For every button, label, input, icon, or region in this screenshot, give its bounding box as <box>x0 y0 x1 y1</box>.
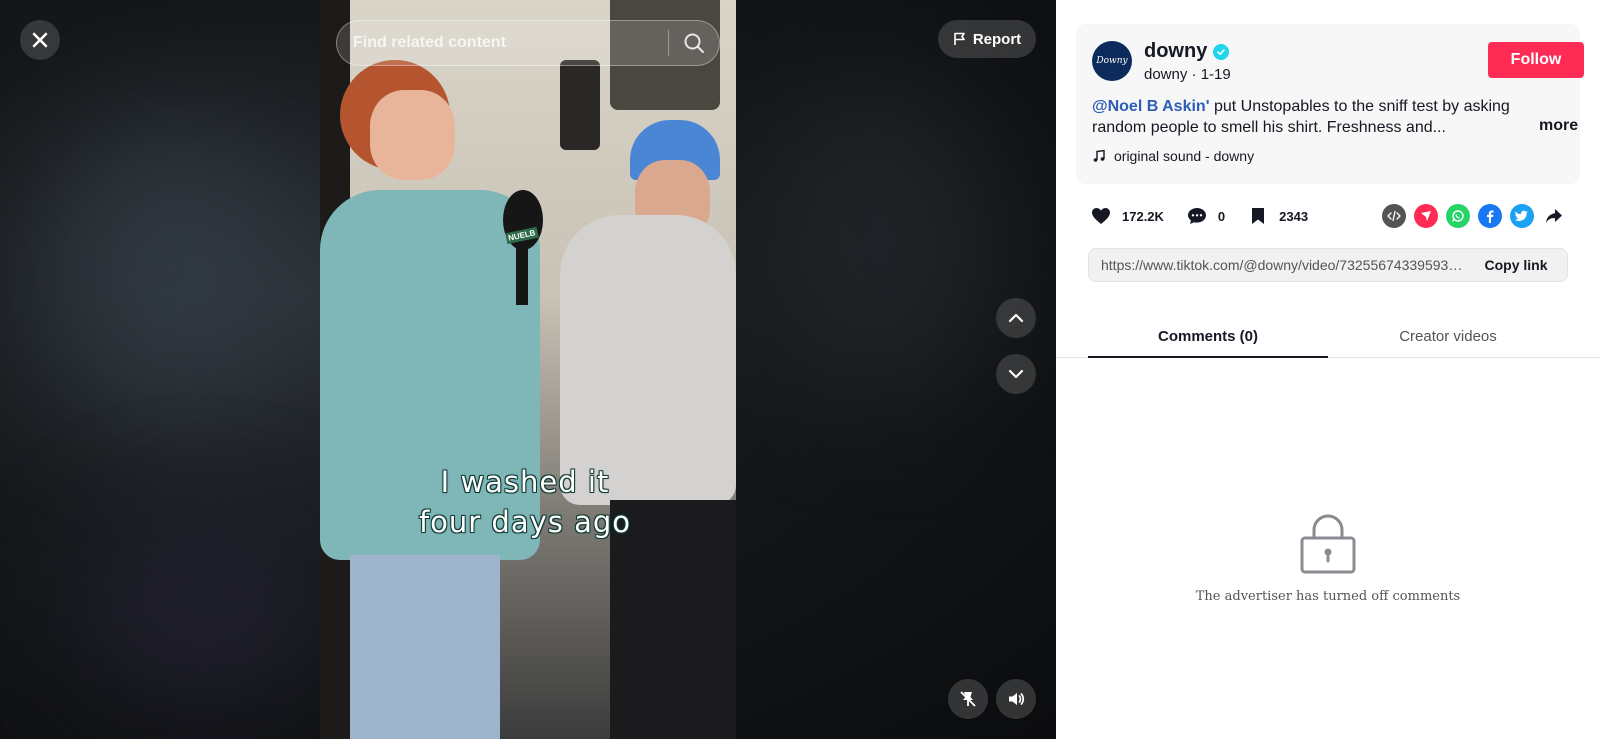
search-bar <box>336 20 720 66</box>
caption-line: four days ago <box>418 505 632 539</box>
post-date: 1-19 <box>1200 66 1231 83</box>
lock-icon <box>1300 514 1356 574</box>
share-icons <box>1382 204 1566 228</box>
report-label: Report <box>972 30 1022 48</box>
comments-disabled-notice: The advertiser has turned off comments <box>1056 512 1600 604</box>
close-button[interactable] <box>20 20 60 60</box>
volume-button[interactable] <box>996 679 1036 719</box>
author-subline: downy · 1-19 <box>1144 66 1231 83</box>
content-tabs: Comments (0) Creator videos <box>1056 318 1600 358</box>
share-link-box: https://www.tiktok.com/@downy/video/7325… <box>1088 248 1568 282</box>
like-count: 172.2K <box>1122 208 1164 224</box>
search-icon <box>684 33 704 53</box>
avatar[interactable]: Downy <box>1092 41 1132 81</box>
background-blur <box>40 120 300 420</box>
background-blur <box>80 520 320 700</box>
author-handle: downy <box>1144 66 1188 83</box>
author-username[interactable]: downy <box>1144 40 1230 63</box>
comments-disabled-message: The advertiser has turned off comments <box>1195 589 1461 604</box>
floating-player-button[interactable] <box>948 679 988 719</box>
video-caption: I washed it four days ago <box>320 462 730 542</box>
video-details-panel: Downy downy downy · 1-19 Follow @Noel B … <box>1056 0 1600 739</box>
engagement-stats: 172.2K 0 2343 <box>1088 202 1328 230</box>
save-button[interactable]: 2343 <box>1245 203 1308 229</box>
search-input[interactable] <box>337 21 668 65</box>
comment-button[interactable]: 0 <box>1184 203 1225 229</box>
flag-icon <box>954 32 965 45</box>
follow-button[interactable]: Follow <box>1488 42 1584 78</box>
author-info-card: Downy downy downy · 1-19 Follow @Noel B … <box>1076 24 1584 184</box>
share-link-url[interactable]: https://www.tiktok.com/@downy/video/7325… <box>1089 257 1465 273</box>
volume-icon <box>1009 693 1025 705</box>
facebook-icon[interactable] <box>1478 204 1502 228</box>
more-button[interactable]: more <box>1539 117 1578 135</box>
comment-count: 0 <box>1217 208 1226 224</box>
tab-comments[interactable]: Comments (0) <box>1088 328 1328 358</box>
music-link[interactable]: original sound - downy <box>1092 148 1254 164</box>
music-note-icon <box>1093 149 1105 162</box>
copy-link-button[interactable]: Copy link <box>1465 257 1567 273</box>
bookmark-icon <box>1245 203 1271 229</box>
pin-off-icon <box>960 691 976 707</box>
video-description: @Noel B Askin' put Unstopables to the sn… <box>1092 96 1522 138</box>
chevron-up-icon <box>1008 313 1024 323</box>
scene-lamp <box>560 60 600 150</box>
separator-dot: · <box>1191 66 1201 83</box>
heart-icon <box>1088 203 1114 229</box>
search-button[interactable] <box>669 21 719 65</box>
whatsapp-icon[interactable] <box>1446 204 1470 228</box>
send-icon[interactable] <box>1414 204 1438 228</box>
avatar-logo-text: Downy <box>1096 56 1128 66</box>
share-arrow-icon[interactable] <box>1542 204 1566 228</box>
username-text: downy <box>1144 40 1208 62</box>
scene-person-jeans <box>350 555 500 739</box>
twitter-icon[interactable] <box>1510 204 1534 228</box>
music-label: original sound - downy <box>1114 148 1255 164</box>
like-button[interactable]: 172.2K <box>1088 203 1164 229</box>
close-icon <box>32 32 48 48</box>
chevron-down-icon <box>1008 369 1024 379</box>
tab-creator-videos[interactable]: Creator videos <box>1328 328 1568 345</box>
mention-link[interactable]: @Noel B Askin' <box>1092 98 1210 115</box>
comment-icon <box>1184 203 1210 229</box>
scene-person-face <box>370 90 455 180</box>
save-count: 2343 <box>1279 208 1309 224</box>
embed-icon[interactable] <box>1382 204 1406 228</box>
report-button[interactable]: Report <box>938 20 1036 58</box>
previous-video-button[interactable] <box>996 298 1036 338</box>
next-video-button[interactable] <box>996 354 1036 394</box>
video-frame[interactable]: NUELB <box>320 0 736 739</box>
background-blur <box>760 80 1000 400</box>
scene-microphone-handle <box>516 245 528 305</box>
caption-line: I washed it <box>440 465 610 499</box>
video-player-area: NUELB Report I washed it four days ago <box>0 0 1056 739</box>
verified-badge-icon <box>1213 43 1230 60</box>
